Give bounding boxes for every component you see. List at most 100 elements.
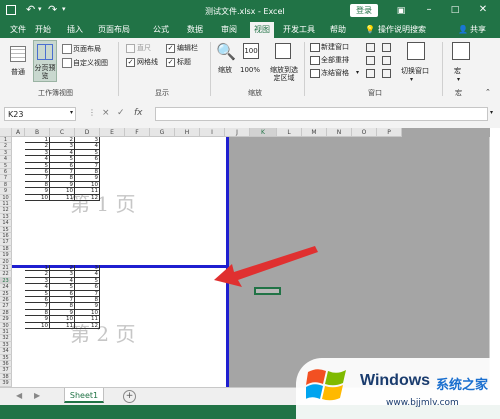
column-header[interactable]: F [125,128,150,137]
ruler-label: 直尺 [137,44,151,52]
zoom-100-button[interactable]: 100% [240,66,260,74]
file-name: 测试文件.xlsx [205,7,256,16]
column-header[interactable]: L [277,128,302,137]
table-cell[interactable]: 11 [50,322,75,329]
cancel-icon[interactable]: × [102,108,110,118]
arrange-all-icon [310,56,320,65]
arrange-all-button[interactable]: 全部重排 [321,55,349,65]
title-separator: - [257,7,261,16]
split-icon[interactable] [366,43,375,52]
tab-insert[interactable]: 插入 [67,22,83,38]
share-icon: 👤 [458,25,468,34]
column-header[interactable]: G [150,128,175,137]
column-header[interactable]: P [377,128,402,137]
save-icon[interactable] [6,5,16,15]
group-label-zoom: 缩放 [248,89,262,97]
formula-bar: K23 ▾ ⋮ × ✓ fx ▾ [0,100,500,128]
ribbon-view: 普通 分页预览 页面布局 自定义视图 工作簿视图 直尺 编辑栏 网格线 标题 显… [0,38,500,101]
tell-me-search[interactable]: 操作说明搜索 [378,22,426,38]
chevron-down-icon: ▾ [457,76,461,83]
tab-view[interactable]: 视图 [250,22,274,38]
tab-developer[interactable]: 开发工具 [283,22,315,38]
selected-cell-k23[interactable] [254,287,281,295]
chevron-down-icon[interactable]: ▾ [38,5,42,13]
column-header[interactable]: E [100,128,125,137]
zoom-button[interactable]: 缩放 [218,66,232,74]
add-sheet-button[interactable]: + [123,390,136,403]
undo-icon[interactable]: ↶ [26,3,35,16]
column-header[interactable]: C [50,128,75,137]
table-cell[interactable]: 12 [75,322,100,329]
view-side-by-side-icon[interactable] [382,43,391,52]
chevron-down-icon[interactable]: ▾ [70,109,73,116]
maximize-icon[interactable]: □ [446,2,464,18]
column-header[interactable]: H [175,128,200,137]
table-cell[interactable]: 10 [25,322,50,329]
hide-icon[interactable] [366,56,375,65]
ribbon-display-icon[interactable]: ▣ [392,3,410,19]
tab-data[interactable]: 数据 [187,22,203,38]
tab-home[interactable]: 开始 [35,22,51,38]
group-label-show: 显示 [155,89,169,97]
page-break-preview-button[interactable]: 分页预览 [33,40,57,82]
table-cell[interactable]: 11 [50,194,75,201]
worksheet-grid[interactable]: 第 1 页 第 2 页 A B C D E F G H I J K L M N O P 1 2 3 4 5 6 7 8 9 10 1… [0,128,490,387]
headings-checkbox[interactable] [166,58,175,67]
sheet-tab-sheet1[interactable]: Sheet1 [64,388,104,403]
table-cell[interactable]: 10 [25,194,50,201]
tab-page-layout[interactable]: 页面布局 [98,22,130,38]
table-cell[interactable]: 12 [75,194,100,201]
app-name: Excel [263,7,285,16]
gridlines-checkbox[interactable] [126,58,135,67]
column-header[interactable]: I [200,128,225,137]
freeze-panes-icon [310,69,320,78]
column-header[interactable]: M [302,128,327,137]
column-header[interactable]: A [12,128,25,137]
column-header[interactable]: O [352,128,377,137]
column-header[interactable]: J [225,128,250,137]
vertical-scrollbar[interactable] [489,137,490,387]
freeze-panes-button[interactable]: 冻结窗格 [321,68,349,78]
collapse-ribbon-icon[interactable]: ⌃ [485,88,491,96]
tab-help[interactable]: 帮助 [330,22,346,38]
column-header[interactable]: B [25,128,50,137]
enter-icon[interactable]: ✓ [117,108,125,118]
page-layout-button[interactable]: 页面布局 [73,44,101,54]
new-window-button[interactable]: 新建窗口 [321,42,349,52]
formula-bar-checkbox[interactable] [166,44,175,53]
chevron-down-icon: ▾ [410,76,414,83]
ribbon-tabs: 文件 开始 插入 页面布局 公式 数据 审阅 视图 开发工具 帮助 💡 操作说明… [0,22,500,38]
share-button[interactable]: 共享 [470,22,486,38]
select-all-corner[interactable] [0,128,12,137]
row-header[interactable]: 39 [0,380,12,387]
column-header[interactable]: K [250,128,277,137]
column-header[interactable]: N [327,128,352,137]
normal-view-button[interactable]: 普通 [4,67,32,77]
sync-scroll-icon[interactable] [382,56,391,65]
redo-icon[interactable]: ↷ [48,3,57,16]
column-header[interactable]: D [75,128,100,137]
login-button[interactable]: 登录 [350,4,378,17]
formula-input[interactable] [155,107,488,121]
next-sheet-icon[interactable]: ▶ [34,391,40,400]
macros-button[interactable]: 宏 [454,66,461,76]
ruler-checkbox[interactable] [126,44,135,53]
customize-qat-icon[interactable]: ▾ [62,5,66,13]
gridlines-label: 网格线 [137,58,158,66]
unhide-icon[interactable] [366,69,375,78]
minimize-icon[interactable]: – [420,2,438,18]
close-icon[interactable]: ✕ [474,2,492,18]
formula-bar-label: 编辑栏 [177,44,198,52]
zoom-to-selection-button[interactable]: 缩放到选定区域 [268,66,300,82]
tab-review[interactable]: 审阅 [221,22,237,38]
chevron-down-icon[interactable]: ▾ [490,109,493,116]
custom-views-icon [62,58,72,68]
reset-position-icon[interactable] [382,69,391,78]
switch-windows-button[interactable]: 切换窗口 [401,66,429,76]
custom-views-button[interactable]: 自定义视图 [73,58,108,68]
name-box[interactable]: K23 [4,107,76,121]
tab-formulas[interactable]: 公式 [153,22,169,38]
tab-file[interactable]: 文件 [10,22,26,38]
insert-function-icon[interactable]: fx [134,108,143,118]
prev-sheet-icon[interactable]: ◀ [16,391,22,400]
